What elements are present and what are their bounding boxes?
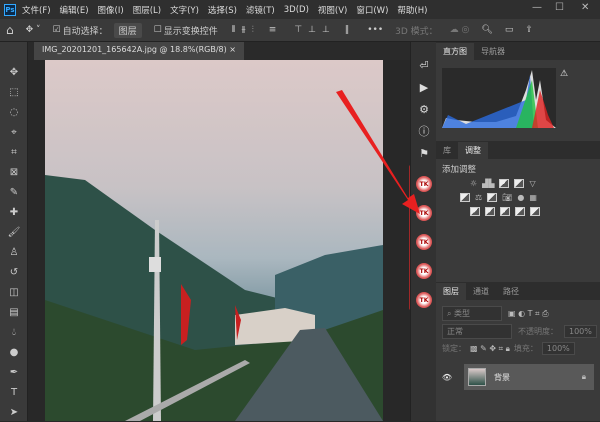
adjust-row-2[interactable]: ⚖ 📷︎ ● ▦	[436, 193, 600, 202]
menu-edit[interactable]: 编辑(E)	[60, 4, 89, 16]
home-icon[interactable]: ⌂	[6, 23, 14, 37]
tab-paths[interactable]: 路径	[496, 283, 526, 300]
blur-tool[interactable]: 💧︎	[0, 322, 28, 342]
plugin-tk-icon[interactable]: TK	[416, 176, 432, 192]
plugin-tk-icon[interactable]: TK	[416, 234, 432, 250]
adjustments-tabs: 库 调整	[436, 141, 600, 159]
document-tab-bar: IMG_20201201_165642A.jpg @ 18.8%(RGB/8) …	[28, 42, 410, 60]
menu-type[interactable]: 文字(Y)	[170, 4, 199, 16]
tab-navigator[interactable]: 导航器	[474, 43, 512, 60]
more-options-button[interactable]: •••	[367, 25, 383, 35]
clone-stamp-tool[interactable]: ♙	[0, 242, 28, 262]
plugin-tk-icon[interactable]: TK	[416, 205, 432, 221]
actions-play-icon[interactable]: ▶	[411, 76, 437, 98]
menu-help[interactable]: 帮助(H)	[397, 4, 427, 16]
right-panels: 直方图 导航器 ⚠ 库 调整 添加调整 ☼ ▟▙ ▽ ⚖ 📷︎ ● ▦ 图层 通道 路径 …	[436, 42, 600, 421]
plugin-tk-icon[interactable]: TK	[416, 292, 432, 308]
history-icon[interactable]: ⏎	[411, 54, 437, 76]
3d-mode-label: 3D 模式：	[395, 26, 438, 37]
crop-tool[interactable]: ⌗	[0, 142, 28, 162]
auto-select-checkbox[interactable]: ☑	[53, 25, 61, 35]
layer-filter-dropdown[interactable]: ⌕ 类型	[442, 306, 502, 321]
move-tool-icon[interactable]: ✥ ˅	[26, 25, 41, 35]
tab-channels[interactable]: 通道	[466, 283, 496, 300]
brush-tool[interactable]: 🖌︎	[0, 222, 28, 242]
type-tool[interactable]: T	[0, 382, 28, 402]
frame-tool[interactable]: ⊠	[0, 162, 28, 182]
info-icon[interactable]: ⓘ	[411, 120, 437, 142]
options-bar: ⌂ ✥ ˅ ☑ 自动选择： 图层 ☐ 显示变换控件 ⫴⫵⫶ ≡ ⊤⊥⊥ ‖ ••…	[0, 19, 600, 42]
tab-layers[interactable]: 图层	[436, 283, 466, 300]
layer-filter-icons[interactable]: ▣ ◐ T ⌗ ⎙	[508, 309, 549, 319]
tab-libraries[interactable]: 库	[436, 142, 458, 159]
fill-label: 填充：	[513, 344, 538, 353]
share-icon[interactable]: ⇪	[525, 25, 533, 35]
menu-view[interactable]: 视图(V)	[318, 4, 347, 16]
toolbar: ✥ ⬚ ◌ ⌖ ⌗ ⊠ ✎ ✚ 🖌︎ ♙ ↺ ◫ ▤ 💧︎ ● ✒ T ➤	[0, 42, 28, 421]
histogram-tabs: 直方图 导航器	[436, 42, 600, 60]
marquee-tool[interactable]: ⬚	[0, 82, 28, 102]
lasso-tool[interactable]: ◌	[0, 102, 28, 122]
document-title: IMG_20201201_165642A.jpg @ 18.8%(RGB/8)	[42, 45, 227, 54]
history-brush-tool[interactable]: ↺	[0, 262, 28, 282]
adjust-row-1[interactable]: ☼ ▟▙ ▽	[436, 179, 600, 188]
opacity-label: 不透明度：	[518, 327, 558, 336]
dodge-tool[interactable]: ●	[0, 342, 28, 362]
minimize-button[interactable]: —	[532, 2, 542, 13]
eraser-tool[interactable]: ◫	[0, 282, 28, 302]
tab-adjustments[interactable]: 调整	[458, 142, 488, 159]
adjust-row-3[interactable]	[436, 207, 600, 216]
adjust-title: 添加调整	[442, 165, 477, 175]
menu-layer[interactable]: 图层(L)	[133, 4, 161, 16]
maximize-button[interactable]: ☐	[555, 2, 564, 13]
tab-histogram[interactable]: 直方图	[436, 43, 474, 60]
menu-file[interactable]: 文件(F)	[22, 4, 51, 16]
blend-mode-dropdown[interactable]: 正常	[442, 324, 512, 339]
layer-name: 背景	[494, 372, 510, 382]
align-icons[interactable]: ⫴⫵⫶ ≡	[232, 25, 283, 35]
path-select-tool[interactable]: ➤	[0, 402, 28, 422]
move-tool[interactable]: ✥	[0, 62, 28, 82]
character-icon[interactable]: ⚑	[411, 142, 437, 164]
show-transform-checkbox[interactable]: ☐	[154, 25, 162, 35]
healing-tool[interactable]: ✚	[0, 202, 28, 222]
document-image[interactable]	[45, 60, 383, 421]
visibility-eye-icon[interactable]: 👁︎	[436, 373, 458, 382]
show-transform-label: 显示变换控件	[163, 26, 218, 37]
auto-select-dropdown[interactable]: 图层	[113, 22, 142, 38]
distribute-icons[interactable]: ⊤⊥⊥ ‖	[294, 25, 355, 35]
layer-thumbnail	[468, 368, 486, 386]
close-button[interactable]: ✕	[581, 2, 589, 13]
eyedropper-tool[interactable]: ✎	[0, 182, 28, 202]
3d-orbit-icon: ☁ ◎	[449, 25, 470, 35]
fill-input[interactable]: 100%	[541, 342, 575, 355]
pen-tool[interactable]: ✒	[0, 362, 28, 382]
properties-icon[interactable]: ⚙	[411, 98, 437, 120]
gradient-tool[interactable]: ▤	[0, 302, 28, 322]
auto-select-label: 自动选择：	[62, 26, 108, 37]
menu-3d[interactable]: 3D(D)	[284, 5, 309, 15]
panel-icon-strip: ⏎ ▶ ⚙ ⓘ ⚑ TK TK TK TK TK	[410, 42, 436, 421]
menu-image[interactable]: 图像(I)	[98, 4, 124, 16]
opacity-input[interactable]: 100%	[564, 325, 597, 338]
layer-row-background[interactable]: 背景 🔒︎	[464, 364, 594, 390]
quick-select-tool[interactable]: ⌖	[0, 122, 28, 142]
plugin-tk-icon[interactable]: TK	[416, 263, 432, 279]
warning-icon: ⚠	[560, 69, 568, 79]
menu-bar: Ps 文件(F) 编辑(E) 图像(I) 图层(L) 文字(Y) 选择(S) 滤…	[0, 0, 600, 19]
menu-select[interactable]: 选择(S)	[208, 4, 237, 16]
photoshop-logo: Ps	[4, 3, 16, 16]
histogram-chart: ⚠	[442, 68, 568, 128]
lock-icons[interactable]: ▩ ✎ ✥ ⌗ 🔒︎	[470, 344, 510, 354]
menu-filter[interactable]: 滤镜(T)	[246, 4, 275, 16]
lock-label: 锁定：	[442, 344, 466, 353]
menu-window[interactable]: 窗口(W)	[356, 4, 388, 16]
close-tab-icon[interactable]: ×	[229, 45, 236, 54]
workspace-icon[interactable]: ▭	[505, 25, 514, 35]
layers-tabs: 图层 通道 路径	[436, 282, 600, 300]
document-tab[interactable]: IMG_20201201_165642A.jpg @ 18.8%(RGB/8) …	[34, 42, 244, 60]
lock-icon: 🔒︎	[581, 372, 586, 381]
search-icon[interactable]: 🔍︎	[481, 25, 492, 35]
